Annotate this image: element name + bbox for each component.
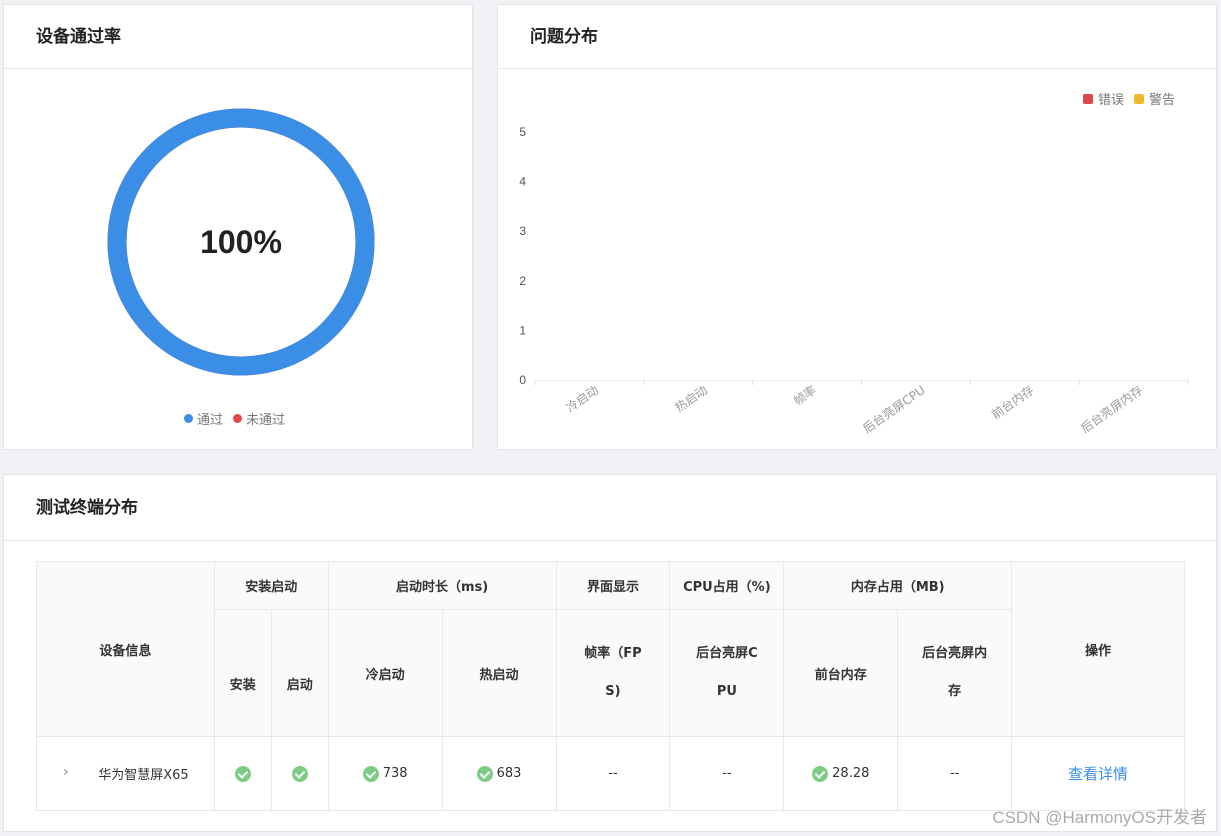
bg-memory-cell: -- xyxy=(897,736,1013,811)
install-status-cell xyxy=(213,736,272,811)
header-ui-display: 界面显示 xyxy=(555,561,671,610)
x-tick-label: 帧率 xyxy=(791,382,819,408)
header-cold-start: 冷启动 xyxy=(327,609,443,737)
header-hot-start: 热启动 xyxy=(441,609,557,737)
cold-start-value: 738 xyxy=(382,766,408,781)
fps-cell: -- xyxy=(555,736,671,811)
header-memory-usage: 内存占用（MB) xyxy=(783,561,1013,610)
launch-status-cell xyxy=(270,736,329,811)
terminal-table: 设备信息 安装启动 启动时长（ms) 界面显示 CPU占用（%) 内存占用（MB… xyxy=(36,561,1185,811)
hot-start-cell: 683 xyxy=(441,736,557,811)
check-circle-icon xyxy=(291,765,308,782)
header-actions: 操作 xyxy=(1011,561,1185,737)
header-bg-cpu-line1: 后台亮屏C xyxy=(696,646,758,661)
x-tick-label: 后台亮屏内存 xyxy=(1078,382,1146,436)
y-tick-label: 2 xyxy=(519,274,526,288)
terminal-distribution-title: 测试终端分布 xyxy=(4,475,1216,541)
header-bg-memory-line1: 后台亮屏内 xyxy=(922,646,988,661)
y-tick-label: 0 xyxy=(519,373,526,387)
pass-rate-legend: 通过 未通过 xyxy=(184,409,285,428)
x-tick-label: 后台亮屏CPU xyxy=(860,382,928,436)
terminal-distribution-card: 测试终端分布 设备信息 安装启动 启动时长（ms) 界面显示 CPU占用（%) … xyxy=(3,474,1217,832)
header-bg-memory-line2: 存 xyxy=(948,684,962,699)
header-fps-line2: S) xyxy=(605,684,621,699)
header-cpu-usage: CPU占用（%) xyxy=(669,561,785,610)
y-tick-label: 5 xyxy=(519,125,526,139)
header-bg-cpu-line2: PU xyxy=(716,684,737,699)
header-fg-memory: 前台内存 xyxy=(783,609,899,737)
header-fps-line1: 帧率（FP xyxy=(584,646,642,661)
x-tick-label: 冷启动 xyxy=(564,383,602,415)
fg-memory-cell: 28.28 xyxy=(783,736,899,811)
header-install-launch: 安装启动 xyxy=(213,561,329,610)
y-tick-label: 3 xyxy=(519,224,526,238)
check-circle-icon xyxy=(812,765,829,782)
check-circle-icon xyxy=(476,765,493,782)
issue-distribution-title: 问题分布 xyxy=(498,5,1216,69)
pass-dot-icon xyxy=(184,414,193,423)
legend-pass-label: 通过 xyxy=(197,413,224,428)
header-install: 安装 xyxy=(213,609,272,737)
device-name: 华为智慧屏X65 xyxy=(98,768,189,783)
pass-rate-value: 100% xyxy=(200,223,282,260)
view-details-link[interactable]: 查看详情 xyxy=(1068,765,1128,783)
header-device-info: 设备信息 xyxy=(36,561,215,737)
fail-dot-icon xyxy=(233,414,243,423)
check-circle-icon xyxy=(234,765,251,782)
header-bg-memory: 后台亮屏内存 xyxy=(897,609,1013,737)
legend-fail-label: 未通过 xyxy=(246,413,286,428)
table-row: › 华为智慧屏X65 738 683 -- -- 28.28 -- 查看详情 xyxy=(36,736,1185,811)
header-fps: 帧率（FP S) xyxy=(555,609,671,737)
legend-pass[interactable]: 通过 xyxy=(184,409,223,428)
check-circle-icon xyxy=(362,765,379,782)
x-tick-label: 热启动 xyxy=(672,383,710,415)
header-bg-cpu: 后台亮屏C PU xyxy=(669,609,785,737)
x-tick-label: 前台内存 xyxy=(989,382,1037,422)
hot-start-value: 683 xyxy=(496,766,522,781)
fg-memory-value: 28.28 xyxy=(832,766,870,781)
watermark: CSDN @HarmonyOS开发者 xyxy=(992,808,1207,827)
y-tick-label: 1 xyxy=(519,323,526,337)
action-cell: 查看详情 xyxy=(1011,736,1185,811)
y-tick-label: 4 xyxy=(519,175,526,189)
pass-rate-card: 设备通过率 100% 通过 未通过 xyxy=(3,4,473,450)
header-launch-duration: 启动时长（ms) xyxy=(327,561,557,610)
header-launch: 启动 xyxy=(270,609,329,737)
bg-cpu-cell: -- xyxy=(669,736,785,811)
issue-distribution-card: 问题分布 错误 警告 0 1 2 3 4 5 冷启动 热启动 帧率 后台亮屏CPU 前台内存 后台亮屏… xyxy=(497,4,1217,450)
issue-bar-chart: 0 1 2 3 4 5 冷启动 热启动 帧率 后台亮屏CPU 前台内存 后台亮屏内存 xyxy=(519,125,1189,436)
pass-rate-title: 设备通过率 xyxy=(4,5,472,69)
cold-start-cell: 738 xyxy=(327,736,443,811)
device-cell: › 华为智慧屏X65 xyxy=(36,736,215,811)
chevron-right-icon[interactable]: › xyxy=(63,764,69,780)
legend-fail[interactable]: 未通过 xyxy=(233,409,285,428)
